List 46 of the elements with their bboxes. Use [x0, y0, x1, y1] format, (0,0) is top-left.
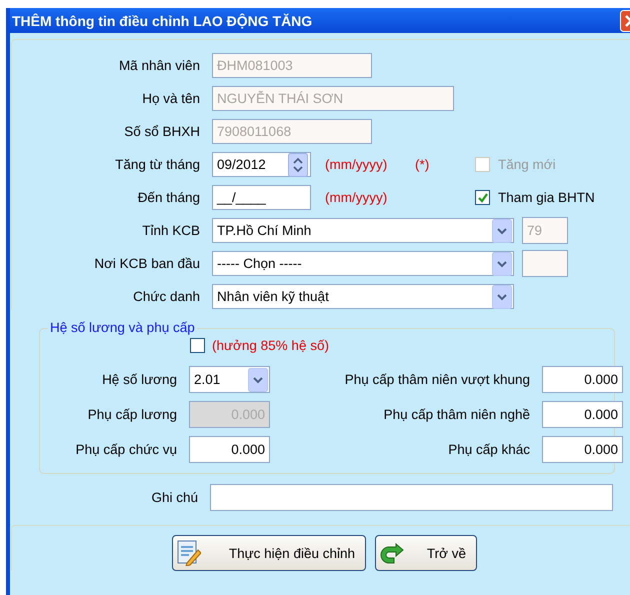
field-label: Ghi chú [150, 490, 199, 505]
dropdown[interactable]: ----- Chọn ----- [212, 251, 514, 276]
field-label: Số sổ BHXH [123, 124, 201, 139]
format-hint: (mm/yyyy) [325, 190, 388, 205]
field-label: Tăng từ tháng [114, 157, 201, 172]
field-label: Đến tháng [136, 190, 201, 205]
code-field: 79 [522, 217, 568, 244]
readonly-field: 7908011068 [212, 119, 372, 144]
field-label: Tỉnh KCB [141, 223, 201, 238]
return-arrow-icon [380, 542, 404, 564]
checkbox-label: (hưởng 85% hệ số) [212, 338, 329, 352]
readonly-field: NGUYỄN THÁI SƠN [212, 86, 454, 111]
note-field[interactable] [210, 484, 613, 511]
group-legend: Hệ số lương và phụ cấp [48, 320, 197, 335]
month-field[interactable]: __/____ [212, 185, 311, 210]
code-field [522, 250, 568, 277]
field-label: Phụ cấp lương [86, 407, 177, 422]
field-label: Mã nhân viên [118, 58, 201, 73]
checkbox[interactable] [190, 338, 205, 352]
checkbox-label: Tham gia BHTN [498, 190, 595, 205]
field-label: Phụ cấp khác [447, 442, 530, 457]
number-field[interactable]: 0.000 [189, 436, 270, 463]
field-label: Phụ cấp thâm niên vượt khung [344, 372, 530, 387]
field-label: Nơi KCB ban đầu [93, 256, 201, 271]
number-field[interactable]: 0.000 [542, 401, 623, 428]
format-hint: (mm/yyyy) [325, 157, 388, 172]
number-field[interactable]: 0.000 [542, 436, 623, 463]
required-mark: (*) [415, 157, 430, 172]
field-label: Phụ cấp thâm niên nghề [382, 407, 530, 422]
checkbox[interactable] [475, 190, 490, 205]
window-title: THÊM thông tin điều chỉnh LAO ĐỘNG TĂNG [12, 12, 314, 28]
field-label: Chức danh [132, 289, 201, 304]
readonly-field: ĐHM081003 [212, 53, 372, 78]
checkbox-label: Tăng mới [498, 157, 556, 172]
field-label: Phụ cấp chức vụ [74, 442, 177, 457]
field-label: Hệ số lương [101, 372, 177, 387]
action-button[interactable]: Trở về [375, 535, 477, 571]
action-button[interactable]: Thực hiện điều chỉnh [172, 535, 366, 571]
field-label: Họ và tên [141, 91, 201, 106]
edit-form-icon [177, 540, 201, 566]
month-field[interactable]: 09/2012 [212, 152, 311, 177]
spinner-icon[interactable] [288, 152, 308, 176]
number-field[interactable]: 0.000 [542, 366, 623, 393]
dropdown[interactable]: 2.01 [189, 366, 270, 393]
dropdown[interactable]: TP.Hồ Chí Minh [212, 218, 514, 243]
dropdown[interactable]: Nhân viên kỹ thuật [212, 284, 514, 309]
